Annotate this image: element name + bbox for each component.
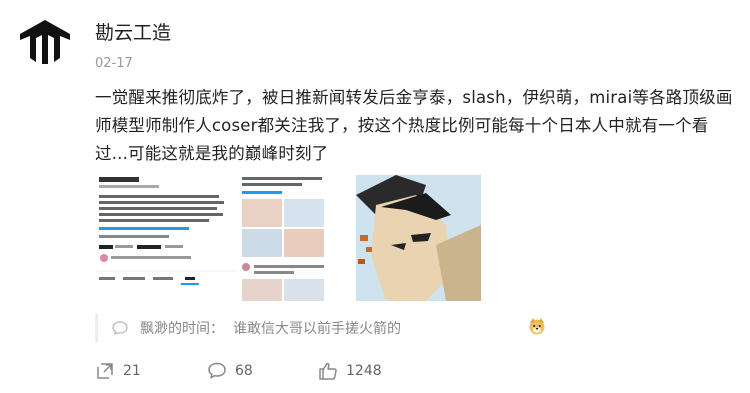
repost-count: 21 <box>123 363 141 379</box>
repost-button[interactable]: 21 <box>95 360 141 382</box>
twitter-timeline-screenshot[interactable] <box>238 175 346 301</box>
author-name[interactable]: 勘云工造 <box>95 18 171 45</box>
comment-username[interactable]: 飘渺的时间： <box>140 318 224 338</box>
like-count: 1248 <box>346 363 382 379</box>
comment-button[interactable]: 68 <box>207 360 253 382</box>
top-comment[interactable]: 飘渺的时间： 谁敢信大哥以前手搓火箭的 <box>95 313 735 343</box>
comment-icon <box>208 362 226 379</box>
twitter-profile-screenshot[interactable] <box>95 175 236 301</box>
post-date[interactable]: 02-17 <box>95 56 133 71</box>
comment-count: 68 <box>235 363 253 379</box>
like-button[interactable]: 1248 <box>318 360 382 382</box>
repost-icon <box>97 363 113 379</box>
post-text: 一觉醒来推彻底炸了，被日推新闻转发后金亨泰，slash，伊织萌，mirai等各路… <box>95 88 733 163</box>
comment-bubble-icon <box>112 321 128 335</box>
manga-illustration[interactable] <box>356 175 481 301</box>
doge-emoji-icon <box>529 318 545 335</box>
thumbs-up-icon <box>319 362 337 380</box>
comment-text: 谁敢信大哥以前手搓火箭的 <box>233 321 401 337</box>
author-avatar[interactable] <box>14 8 76 70</box>
